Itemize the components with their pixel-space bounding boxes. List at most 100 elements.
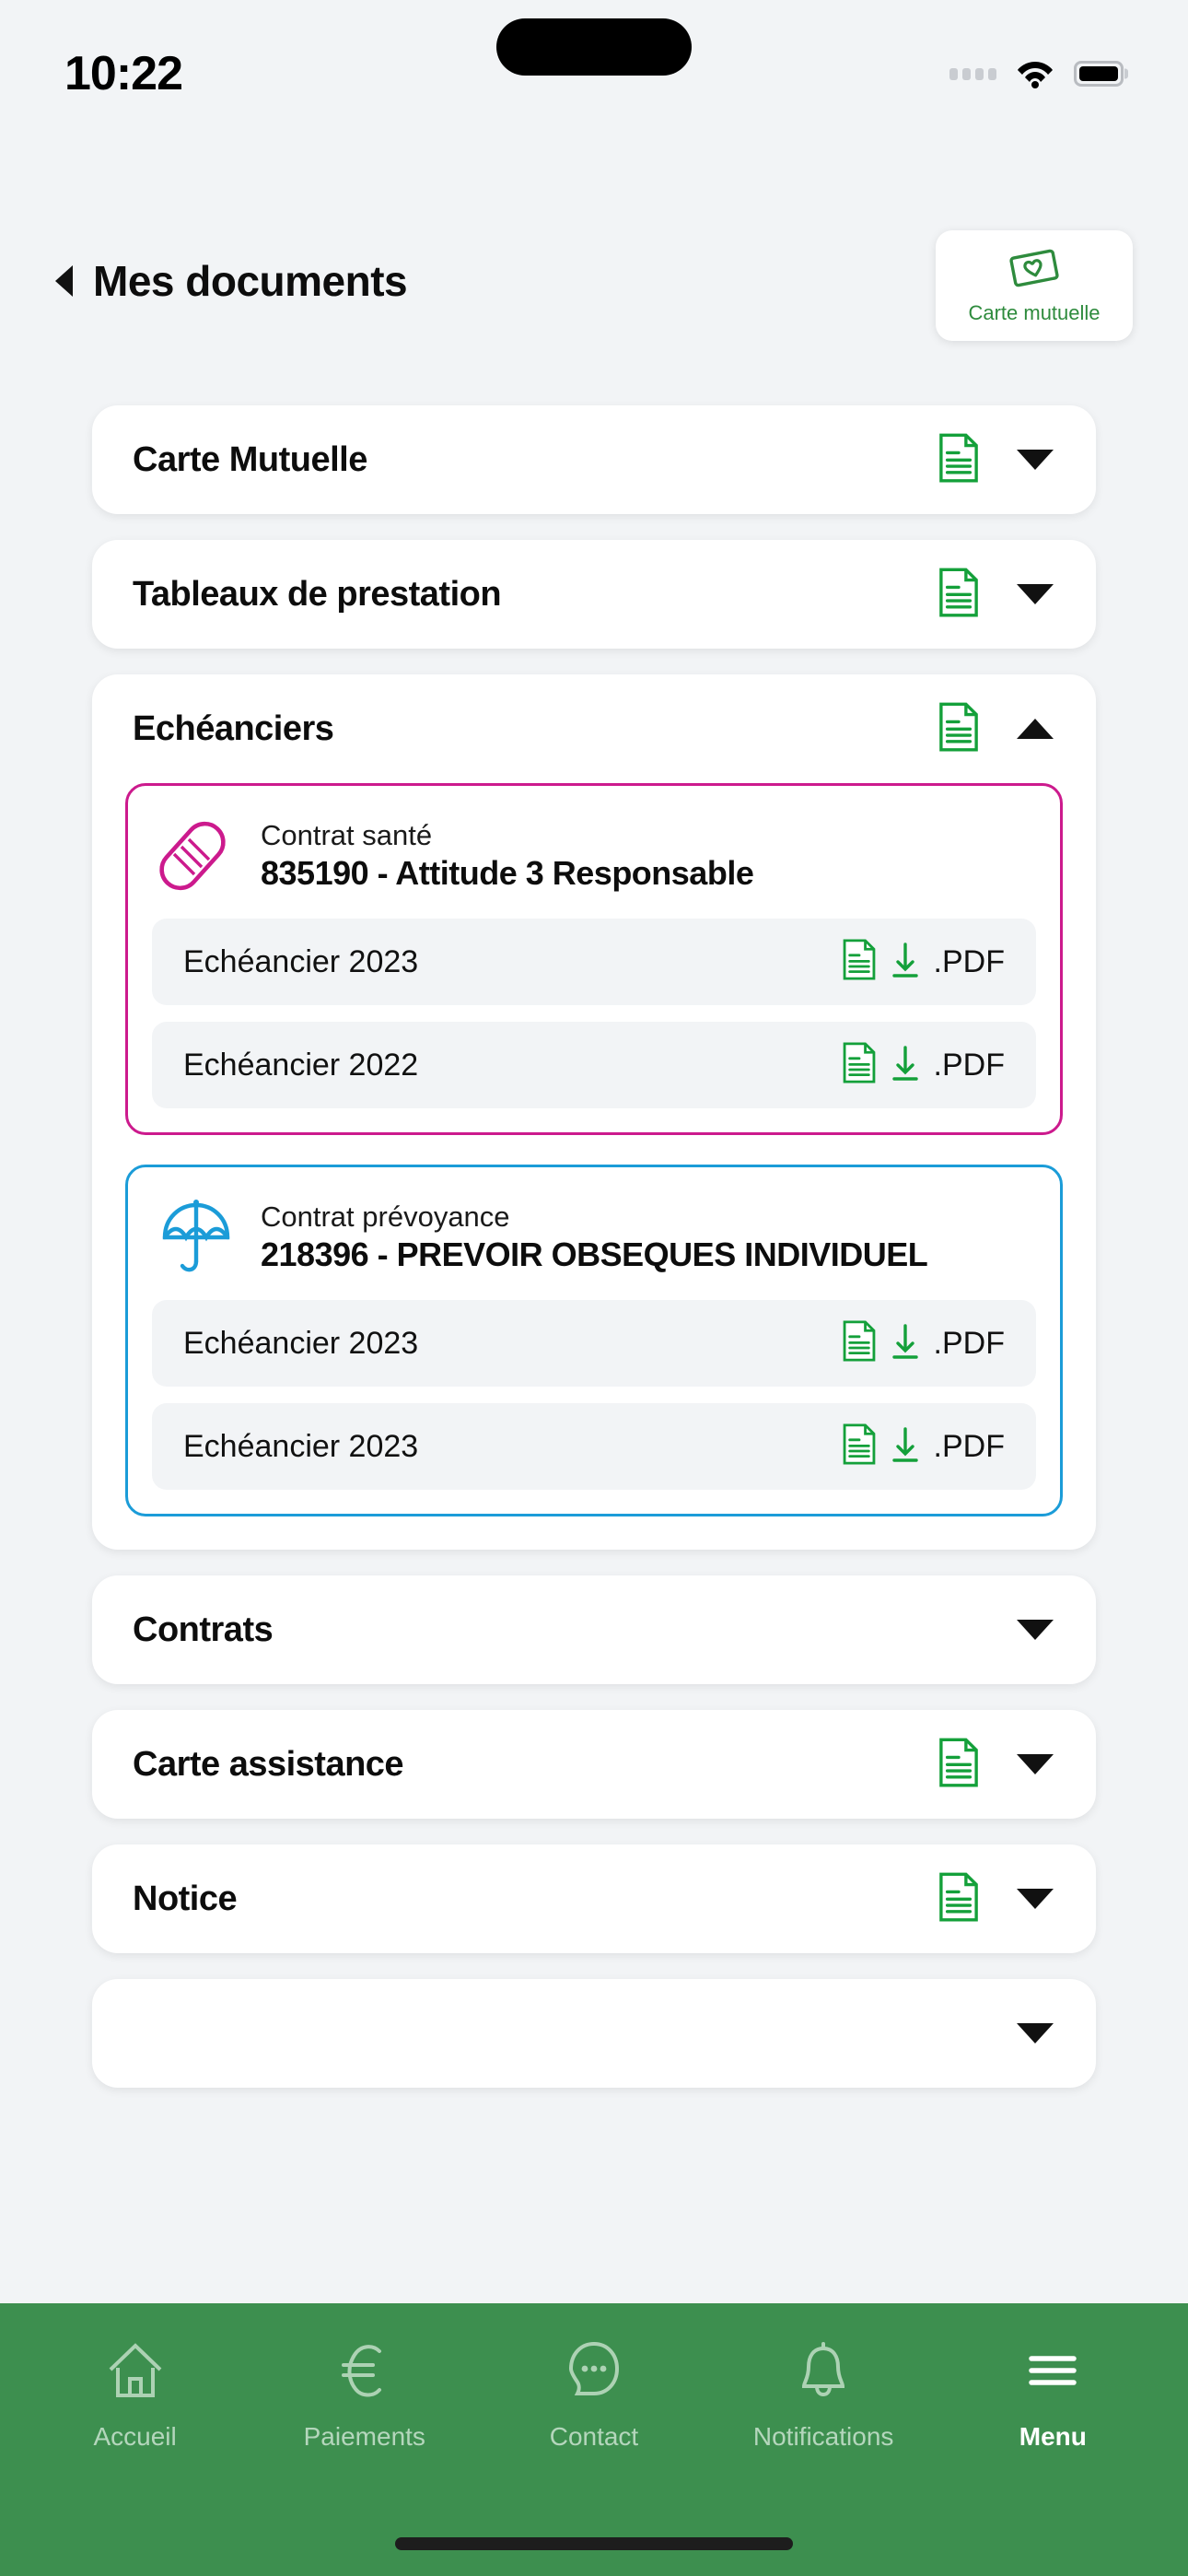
document-icon bbox=[938, 1738, 980, 1792]
accordion-header[interactable]: Carte Mutuelle bbox=[92, 405, 1096, 514]
status-bar: 10:22 bbox=[0, 0, 1188, 147]
accordion-header[interactable]: Tableaux de prestation bbox=[92, 540, 1096, 649]
document-row-label: Echéancier 2023 bbox=[183, 943, 419, 979]
accordion-header[interactable]: Echéanciers bbox=[92, 674, 1096, 783]
document-download-row[interactable]: Echéancier 2023 .PDF bbox=[152, 919, 1036, 1005]
download-arrow-icon[interactable] bbox=[890, 1321, 921, 1366]
nav-item-contact[interactable]: Contact bbox=[487, 2336, 701, 2452]
contract-heading: Contrat prévoyance 218396 - PREVOIR OBSE… bbox=[152, 1195, 1036, 1280]
chevron-down-icon[interactable] bbox=[1017, 1620, 1054, 1640]
nav-item-label: Notifications bbox=[752, 2422, 894, 2451]
bandage-icon bbox=[152, 814, 240, 898]
signal-dots-icon bbox=[949, 67, 996, 80]
accordion-section: Echéanciers Contrat santé 835190 - Attit… bbox=[92, 674, 1096, 1550]
accordion-section: Contrats bbox=[92, 1575, 1096, 1684]
wifi-icon bbox=[1015, 58, 1055, 89]
contract-kind: Contrat santé bbox=[261, 819, 433, 852]
dynamic-island bbox=[496, 18, 692, 76]
accordion-header[interactable]: Notice bbox=[92, 1844, 1096, 1953]
accordion-section: Carte assistance bbox=[92, 1710, 1096, 1819]
document-download-row[interactable]: Echéancier 2023 .PDF bbox=[152, 1300, 1036, 1387]
document-download-row[interactable]: Echéancier 2023 .PDF bbox=[152, 1403, 1036, 1490]
accordion-title: Tableaux de prestation bbox=[133, 574, 502, 614]
file-type-label: .PDF bbox=[933, 943, 1005, 979]
document-row-label: Echéancier 2022 bbox=[183, 1047, 419, 1083]
accordion-title: Notice bbox=[133, 1879, 238, 1918]
contract-card: Contrat santé 835190 - Attitude 3 Respon… bbox=[125, 783, 1063, 1135]
nav-item-label: Accueil bbox=[93, 2422, 177, 2451]
chat-bubble-icon bbox=[560, 2336, 628, 2409]
nav-item-menu[interactable]: Menu bbox=[946, 2336, 1159, 2452]
document-row-actions[interactable]: .PDF bbox=[842, 1423, 1005, 1469]
chevron-down-icon[interactable] bbox=[1017, 450, 1054, 470]
nav-item-accueil[interactable]: Accueil bbox=[29, 2336, 242, 2452]
status-bar-time: 10:22 bbox=[64, 47, 183, 100]
document-icon bbox=[938, 702, 980, 756]
battery-icon bbox=[1074, 61, 1124, 87]
accordion-section: Tableaux de prestation bbox=[92, 540, 1096, 649]
file-type-label: .PDF bbox=[933, 1428, 1005, 1464]
document-row-label: Echéancier 2023 bbox=[183, 1428, 419, 1464]
euro-icon bbox=[331, 2336, 399, 2409]
home-indicator bbox=[395, 2537, 793, 2550]
accordion-header[interactable]: Carte assistance bbox=[92, 1710, 1096, 1819]
chevron-down-icon[interactable] bbox=[1017, 584, 1054, 604]
mutual-card-heart-icon bbox=[1007, 247, 1062, 294]
nav-item-label: Paiements bbox=[303, 2422, 425, 2451]
accordion-section: Carte Mutuelle bbox=[92, 405, 1096, 514]
document-icon bbox=[938, 1872, 980, 1926]
contract-name: 835190 - Attitude 3 Responsable bbox=[261, 854, 754, 893]
contract-text: Contrat santé 835190 - Attitude 3 Respon… bbox=[261, 818, 1036, 893]
accordion-body: Contrat santé 835190 - Attitude 3 Respon… bbox=[92, 783, 1096, 1550]
umbrella-icon bbox=[152, 1195, 240, 1280]
document-row-actions[interactable]: .PDF bbox=[842, 939, 1005, 985]
accordion-section bbox=[92, 1979, 1096, 2088]
file-type-label: .PDF bbox=[933, 1047, 1005, 1083]
contract-card: Contrat prévoyance 218396 - PREVOIR OBSE… bbox=[125, 1165, 1063, 1516]
bell-icon bbox=[789, 2336, 857, 2409]
document-row-actions[interactable]: .PDF bbox=[842, 1320, 1005, 1366]
chevron-down-icon[interactable] bbox=[1017, 2023, 1054, 2043]
page-header: Mes documents Carte mutuelle bbox=[0, 230, 1188, 359]
document-icon bbox=[842, 1320, 877, 1366]
page-title: Mes documents bbox=[93, 257, 408, 305]
contract-text: Contrat prévoyance 218396 - PREVOIR OBSE… bbox=[261, 1200, 1036, 1274]
accordion-title: Contrats bbox=[133, 1610, 274, 1649]
download-arrow-icon[interactable] bbox=[890, 940, 921, 985]
back-arrow-icon[interactable] bbox=[55, 265, 73, 297]
chevron-up-icon[interactable] bbox=[1017, 719, 1054, 739]
accordion-title: Carte assistance bbox=[133, 1744, 404, 1784]
documents-list: Carte Mutuelle Tableaux de prestation Ec… bbox=[0, 405, 1188, 2113]
bottom-navigation-bar: Accueil Paiements Contact Notifications … bbox=[0, 2303, 1188, 2576]
document-icon bbox=[842, 939, 877, 985]
carte-mutuelle-button[interactable]: Carte mutuelle bbox=[936, 230, 1133, 341]
document-row-actions[interactable]: .PDF bbox=[842, 1042, 1005, 1088]
document-icon bbox=[842, 1042, 877, 1088]
carte-mutuelle-label: Carte mutuelle bbox=[968, 300, 1101, 324]
home-icon bbox=[101, 2336, 169, 2409]
file-type-label: .PDF bbox=[933, 1325, 1005, 1361]
document-icon bbox=[842, 1423, 877, 1469]
document-icon bbox=[938, 568, 980, 622]
accordion-header[interactable] bbox=[92, 1979, 1096, 2088]
contract-name: 218396 - PREVOIR OBSEQUES INDIVIDUEL bbox=[261, 1235, 928, 1274]
contract-kind: Contrat prévoyance bbox=[261, 1200, 510, 1234]
chevron-down-icon[interactable] bbox=[1017, 1754, 1054, 1774]
document-icon bbox=[938, 433, 980, 487]
document-row-label: Echéancier 2023 bbox=[183, 1325, 419, 1361]
download-arrow-icon[interactable] bbox=[890, 1043, 921, 1088]
chevron-down-icon[interactable] bbox=[1017, 1889, 1054, 1909]
nav-item-label: Contact bbox=[549, 2422, 639, 2451]
accordion-title: Echéanciers bbox=[133, 708, 334, 748]
accordion-title: Carte Mutuelle bbox=[133, 439, 367, 479]
breadcrumb[interactable]: Mes documents bbox=[55, 230, 408, 306]
nav-item-paiements[interactable]: Paiements bbox=[258, 2336, 472, 2452]
document-download-row[interactable]: Echéancier 2022 .PDF bbox=[152, 1022, 1036, 1108]
nav-item-label: Menu bbox=[1019, 2422, 1087, 2451]
accordion-header[interactable]: Contrats bbox=[92, 1575, 1096, 1684]
nav-item-notifications[interactable]: Notifications bbox=[716, 2336, 930, 2452]
hamburger-menu-icon bbox=[1019, 2336, 1087, 2409]
download-arrow-icon[interactable] bbox=[890, 1424, 921, 1469]
status-bar-indicators bbox=[949, 58, 1124, 89]
contract-heading: Contrat santé 835190 - Attitude 3 Respon… bbox=[152, 814, 1036, 898]
